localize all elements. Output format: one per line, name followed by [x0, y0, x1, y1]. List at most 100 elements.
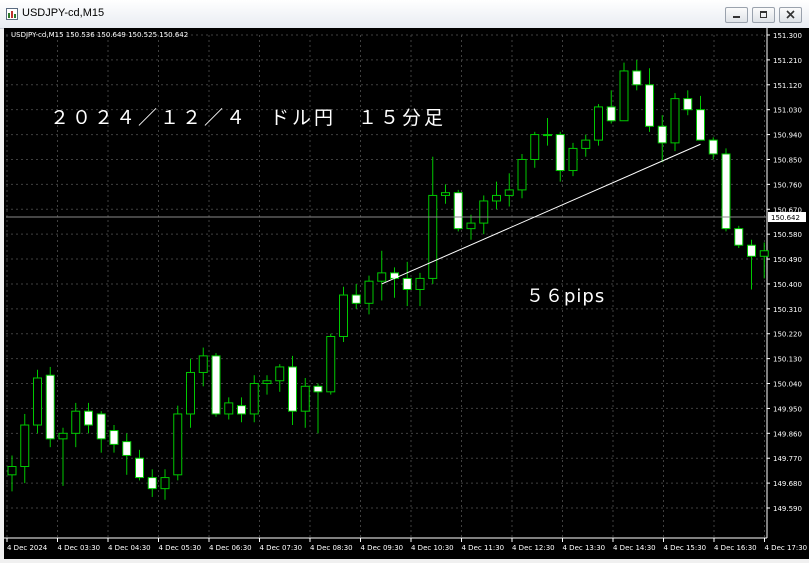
price-tick-label: 149.860 — [773, 430, 802, 438]
chart-header: USDJPY-cd,M15 150.536 150.649 150.525 15… — [11, 31, 188, 39]
candle-bear — [96, 413, 106, 440]
time-tick-label: 4 Dec 2024 — [7, 544, 48, 552]
candle-bear — [645, 84, 654, 127]
candle-bull — [441, 192, 450, 196]
candle-bull — [543, 134, 552, 137]
candle-bull — [173, 413, 183, 476]
price-chart[interactable]: 151.300 151.210 151.120 151.030 150.940 150.8… — [4, 28, 809, 559]
restore-icon — [760, 11, 767, 18]
minimize-button[interactable] — [725, 7, 748, 23]
candle-bear — [351, 294, 361, 304]
price-tick-label: 151.030 — [773, 107, 802, 115]
candle-bull — [71, 410, 81, 434]
candle-bull — [300, 385, 310, 412]
candle-bull — [479, 200, 489, 224]
price-axis: 151.300 151.210 151.120 151.030 150.940 150.8… — [766, 28, 802, 538]
candle-bull — [186, 371, 195, 415]
candle-bear — [555, 134, 565, 172]
candle-bear — [147, 477, 157, 490]
time-tick-label: 4 Dec 07:30 — [260, 544, 303, 552]
minimize-icon — [733, 16, 740, 18]
candle-bear — [708, 139, 718, 155]
time-tick-label: 4 Dec 09:30 — [361, 544, 404, 552]
price-tick-label: 149.950 — [773, 405, 802, 413]
current-price-label: 150.642 — [771, 214, 800, 222]
price-tick-label: 150.580 — [773, 231, 802, 239]
candle-bear — [211, 355, 221, 415]
candle-bull — [326, 336, 336, 393]
candle-bear — [696, 109, 705, 141]
annotation-title: ２０２４／１２／４ ドル円 １５分足 — [50, 107, 446, 129]
price-tick-label: 150.940 — [773, 132, 802, 140]
close-icon — [786, 10, 795, 19]
candle-bull — [517, 158, 527, 191]
chart-overlay: 150.642 — [6, 143, 806, 285]
price-tick-label: 149.590 — [773, 505, 802, 513]
price-tick-label: 150.130 — [773, 356, 802, 364]
time-tick-label: 4 Dec 11:30 — [462, 544, 505, 552]
price-tick-label: 151.120 — [773, 82, 802, 90]
candle-bear — [453, 192, 463, 230]
time-tick-label: 4 Dec 17:30 — [765, 544, 808, 552]
annotation-pips: ５６pips — [526, 286, 605, 307]
candle-bull — [428, 194, 438, 279]
candle-bear — [84, 410, 93, 426]
candle-bull — [466, 222, 476, 230]
time-tick-label: 4 Dec 13:30 — [563, 544, 606, 552]
price-tick-label: 150.220 — [773, 331, 802, 339]
candle-bull — [377, 272, 387, 282]
candle-bull — [20, 424, 30, 468]
candle-bear — [109, 430, 119, 445]
restore-button[interactable] — [752, 7, 775, 23]
window-title: USDJPY-cd,M15 — [22, 7, 105, 19]
chart-app-icon — [6, 8, 18, 20]
price-tick-label: 150.760 — [773, 181, 802, 189]
candle-bull — [262, 380, 272, 385]
time-tick-label: 4 Dec 04:30 — [108, 544, 151, 552]
price-tick-label: 150.490 — [773, 256, 802, 264]
price-tick-label: 151.300 — [773, 32, 802, 40]
candle-bull — [492, 194, 501, 202]
candle-bull — [58, 432, 68, 440]
time-tick-label: 4 Dec 10:30 — [411, 544, 454, 552]
time-tick-label: 4 Dec 08:30 — [310, 544, 353, 552]
candle-bull — [224, 402, 234, 415]
time-tick-label: 4 Dec 12:30 — [512, 544, 555, 552]
candle-bull — [504, 189, 514, 196]
candle-bear — [683, 98, 693, 111]
time-tick-label: 4 Dec 14:30 — [613, 544, 656, 552]
candle-bull — [160, 477, 170, 490]
candle-bull — [339, 294, 348, 338]
candle-bear — [237, 405, 246, 415]
price-tick-label: 150.400 — [773, 281, 802, 289]
candle-bear — [313, 385, 323, 393]
time-tick-label: 4 Dec 06:30 — [209, 544, 252, 552]
candle-bear — [122, 441, 132, 456]
time-tick-label: 4 Dec 03:30 — [58, 544, 101, 552]
candle-bear — [734, 228, 744, 246]
candle-bear — [402, 277, 412, 290]
candle-bear — [45, 374, 55, 440]
candle-bull — [530, 134, 540, 160]
candle-bull — [364, 280, 374, 304]
time-tick-label: 4 Dec 15:30 — [664, 544, 707, 552]
candle-bull — [7, 466, 17, 476]
candle-bear — [288, 366, 297, 412]
price-tick-label: 149.680 — [773, 480, 802, 488]
candle-bull — [198, 355, 208, 373]
price-tick-label: 149.770 — [773, 455, 802, 463]
candle-bull — [594, 106, 603, 141]
candle-bull — [249, 383, 259, 415]
price-tick-label: 150.040 — [773, 381, 802, 389]
close-button[interactable] — [779, 7, 802, 23]
candle-bull — [33, 377, 42, 426]
time-tick-label: 4 Dec 05:30 — [159, 544, 202, 552]
chart-area[interactable]: 151.300 151.210 151.120 151.030 150.940 150.8… — [4, 28, 809, 559]
window-titlebar: USDJPY-cd,M15 — [0, 0, 809, 29]
price-tick-label: 150.310 — [773, 306, 802, 314]
candle-bear — [135, 457, 144, 479]
candle-bull — [415, 277, 425, 290]
candle-bull — [619, 70, 629, 122]
candle-bull — [581, 139, 591, 149]
candle-bear — [632, 70, 642, 86]
